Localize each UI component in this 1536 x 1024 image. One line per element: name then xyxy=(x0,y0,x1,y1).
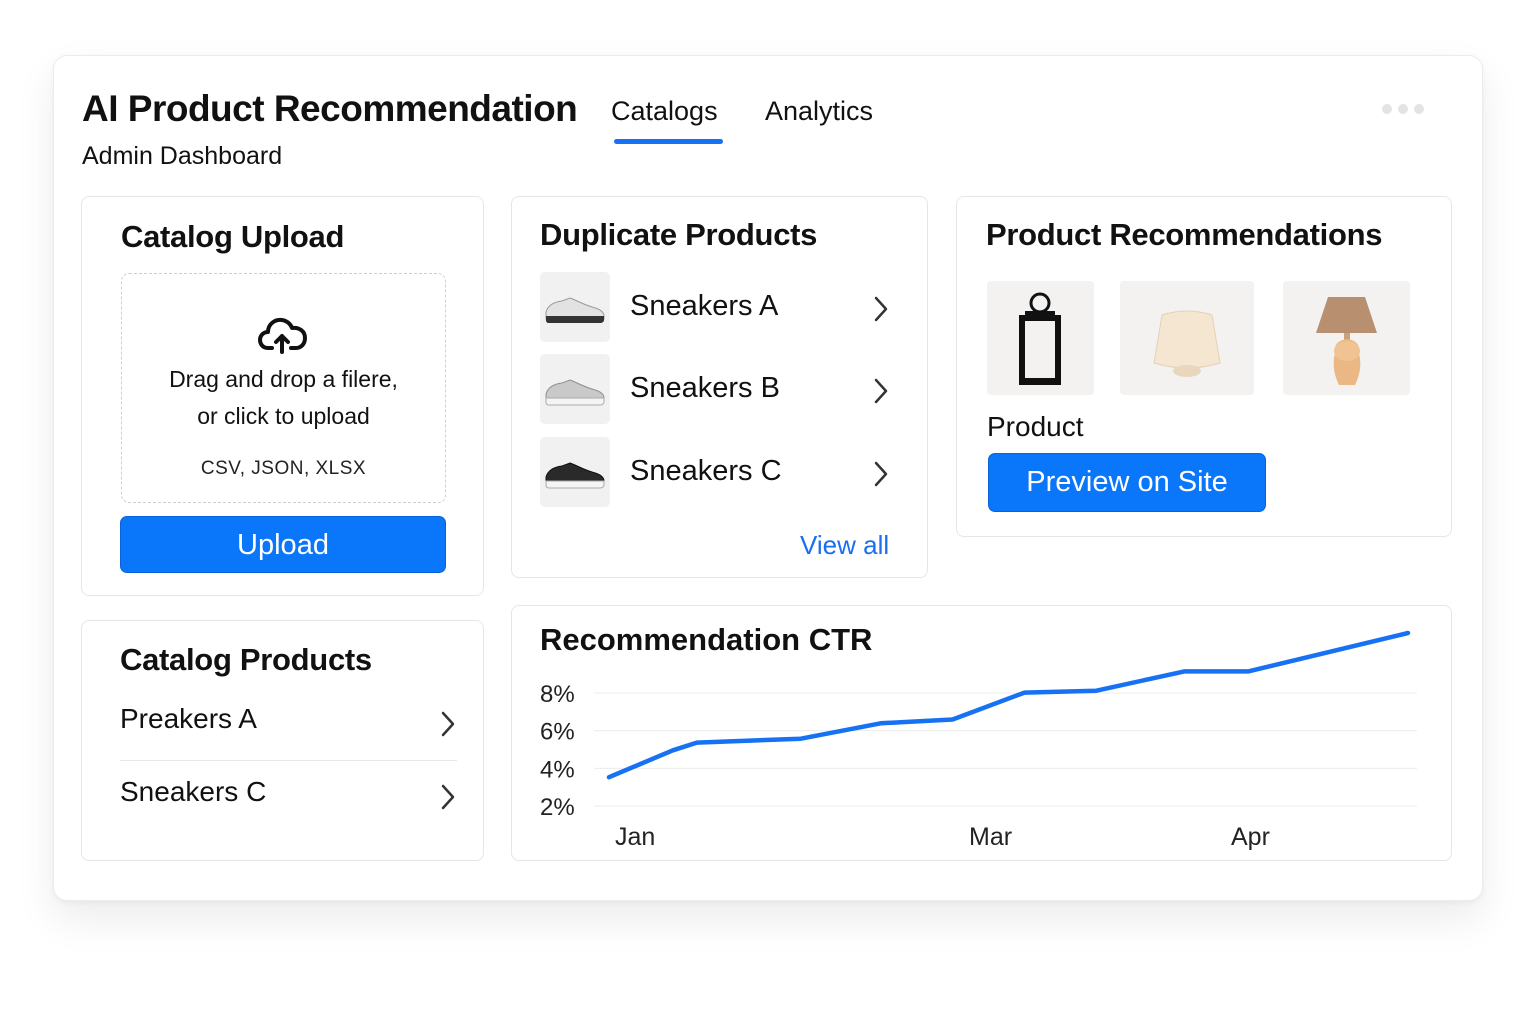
catalog-products-title: Catalog Products xyxy=(120,642,372,677)
product-recommendations-card: Product Recommendations Product Preview … xyxy=(956,196,1452,537)
chevron-right-icon xyxy=(441,711,455,737)
duplicate-item-sneakers-a[interactable]: Sneakers A xyxy=(540,272,895,342)
sneaker-gray-icon xyxy=(540,354,610,424)
list-divider xyxy=(120,760,457,761)
lamp-shade-image[interactable] xyxy=(1120,281,1254,395)
tab-analytics[interactable]: Analytics xyxy=(765,96,873,127)
tab-catalogs[interactable]: Catalogs xyxy=(611,96,718,127)
catalog-products-card: Catalog Products Preakers A Sneakers C xyxy=(81,620,484,861)
supported-formats: CSV, JSON, XLSX xyxy=(200,458,367,479)
duplicate-item-sneakers-c[interactable]: Sneakers C xyxy=(540,437,895,507)
drop-text-line2: or click to upload xyxy=(197,403,370,429)
duplicate-products-title: Duplicate Products xyxy=(540,217,818,252)
upload-button[interactable]: Upload xyxy=(120,516,446,573)
upload-dropzone[interactable]: Drag and drop a filere, or click to uplo… xyxy=(121,273,446,503)
catalog-upload-card: Catalog Upload Drag and drop a filere, o… xyxy=(81,196,484,596)
x-tick-label: Mar xyxy=(969,823,1012,851)
view-all-link[interactable]: View all xyxy=(800,530,889,561)
preview-on-site-button[interactable]: Preview on Site xyxy=(988,453,1266,512)
y-tick-label: 6% xyxy=(540,719,575,746)
ctr-line-chart: Recommendation CTR 8% 6% 4% 2% Jan Mar Apr xyxy=(540,622,1417,851)
x-tick-label: Jan xyxy=(615,823,655,851)
catalog-upload-title: Catalog Upload xyxy=(121,219,345,254)
y-tick-label: 2% xyxy=(540,794,575,821)
duplicate-products-card: Duplicate Products Sneakers A Sneakers B xyxy=(511,196,928,578)
sneaker-white-icon xyxy=(540,272,610,342)
product-recommendations-title: Product Recommendations xyxy=(986,217,1383,252)
drop-text-line1: Drag and drop a filere, xyxy=(169,366,398,392)
y-tick-label: 8% xyxy=(540,681,575,708)
duplicate-item-label: Sneakers B xyxy=(630,372,780,404)
lantern-image[interactable] xyxy=(987,281,1094,395)
cloud-upload-icon xyxy=(258,317,307,354)
recommendation-ctr-card: Recommendation CTR 8% 6% 4% 2% Jan Mar Apr xyxy=(511,605,1452,861)
more-horizontal-icon[interactable] xyxy=(1382,101,1430,117)
chevron-right-icon xyxy=(874,461,888,487)
catalog-item-preakers-a[interactable]: Preakers A xyxy=(120,693,457,753)
duplicate-item-sneakers-b[interactable]: Sneakers B xyxy=(540,354,895,424)
chevron-right-icon xyxy=(874,296,888,322)
active-tab-indicator xyxy=(614,139,723,144)
y-tick-label: 4% xyxy=(540,756,575,783)
recommended-product-label: Product xyxy=(987,411,1084,442)
chart-title: Recommendation CTR xyxy=(540,622,872,657)
chevron-right-icon xyxy=(874,378,888,404)
app-subtitle: Admin Dashboard xyxy=(82,142,283,170)
catalog-item-label: Sneakers C xyxy=(120,776,267,807)
x-tick-label: Apr xyxy=(1231,823,1270,851)
duplicate-item-label: Sneakers A xyxy=(630,290,779,322)
sneaker-black-icon xyxy=(540,437,610,507)
chevron-right-icon xyxy=(441,784,455,810)
app-title: AI Product Recommendation xyxy=(82,88,578,129)
duplicate-item-label: Sneakers C xyxy=(630,455,782,487)
catalog-item-sneakers-c[interactable]: Sneakers C xyxy=(120,766,457,826)
catalog-item-label: Preakers A xyxy=(120,703,257,734)
table-lamp-image[interactable] xyxy=(1283,281,1410,395)
